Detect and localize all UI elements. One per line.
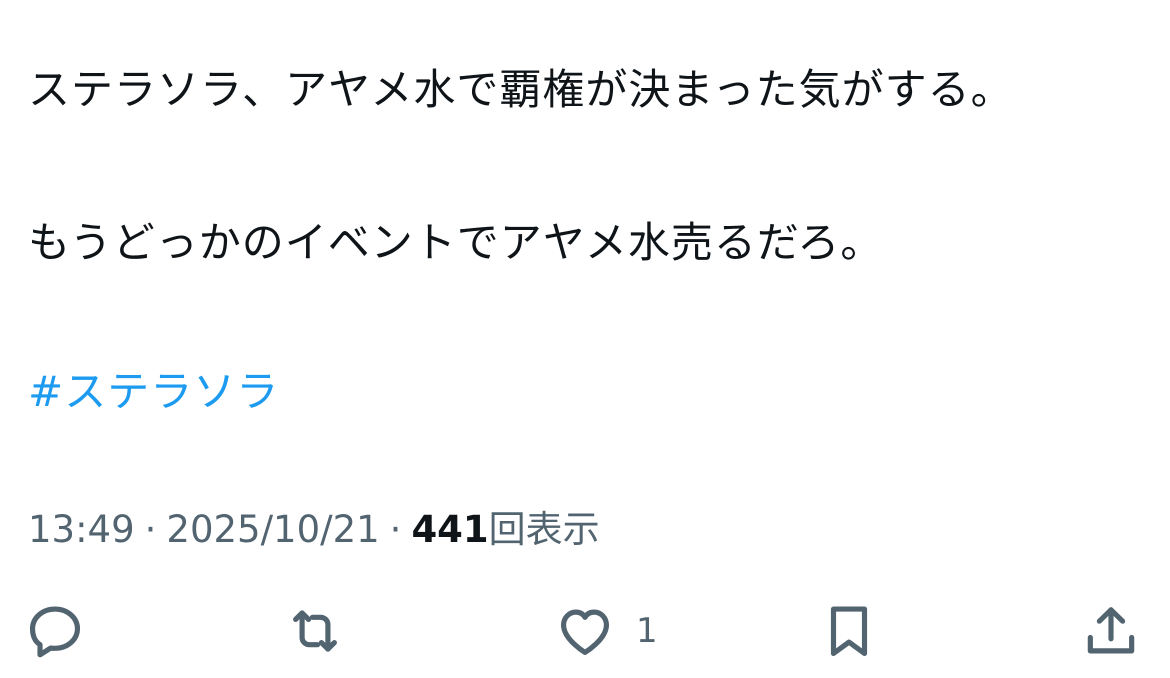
tweet-text-line-2: もうどっかのイベントでアヤメ水売るだろ。 xyxy=(28,218,884,267)
view-count: 441 xyxy=(411,508,489,551)
meta-separator: · xyxy=(144,508,157,551)
reply-icon xyxy=(24,600,86,662)
action-bar: 1 xyxy=(0,596,1170,666)
tweet-meta: 13:49 · 2025/10/21 · 441回表示 xyxy=(28,504,600,556)
tweet-time[interactable]: 13:49 xyxy=(28,508,135,551)
retweet-icon xyxy=(284,600,346,662)
retweet-button[interactable] xyxy=(284,596,346,666)
bookmark-button[interactable] xyxy=(818,596,880,666)
share-icon xyxy=(1080,600,1142,662)
like-button[interactable]: 1 xyxy=(554,596,658,666)
hashtag-link[interactable]: #ステラソラ xyxy=(28,360,279,424)
heart-icon xyxy=(554,600,616,662)
view-label: 回表示 xyxy=(488,508,600,551)
meta-separator: · xyxy=(389,508,402,551)
like-count: 1 xyxy=(636,611,658,651)
bookmark-icon xyxy=(818,600,880,662)
tweet-text-line-1: ステラソラ、アヤメ水で覇権が決まった気がする。 xyxy=(28,65,1014,114)
share-button[interactable] xyxy=(1080,596,1142,666)
tweet-date[interactable]: 2025/10/21 xyxy=(166,508,379,551)
reply-button[interactable] xyxy=(24,596,86,666)
